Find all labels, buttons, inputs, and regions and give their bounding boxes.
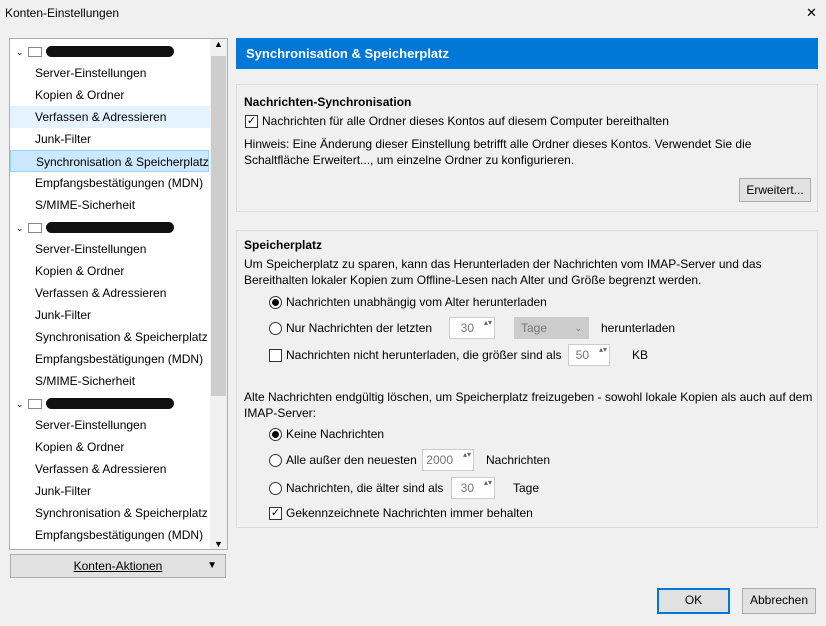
account-row[interactable]: ⌄	[10, 40, 210, 62]
tree-item[interactable]: Server-Einstellungen	[10, 238, 210, 260]
delete-desc: Alte Nachrichten endgültig löschen, um S…	[244, 390, 813, 420]
account-tree[interactable]: ▲ ▼ ⌄ Server-Einstellungen Kopien & Ordner V…	[9, 38, 228, 550]
tree-item[interactable]: Verfassen & Adressieren	[10, 282, 210, 304]
size-spinner[interactable]: 50	[568, 344, 610, 366]
size-limit-checkbox[interactable]: Nachrichten nicht herunterladen, die grö…	[269, 348, 562, 363]
keep-newest-suffix: Nachrichten	[486, 453, 551, 467]
sync-hint: Hinweis: Eine Änderung dieser Einstellun…	[244, 137, 752, 167]
chevron-down-icon: ▼	[207, 560, 217, 571]
chevron-down-icon: ⌄	[574, 323, 582, 333]
recent-days-spinner[interactable]: 30	[449, 317, 495, 339]
checkbox-checked-icon: ✓	[245, 115, 258, 129]
redacted-account-name	[45, 398, 174, 410]
checkbox-label: Gekennzeichnete Nachrichten immer behalt…	[286, 506, 533, 520]
radio-label: Keine Nachrichten	[286, 427, 385, 441]
sync-title: Nachrichten-Synchronisation	[244, 95, 412, 109]
storage-title: Speicherplatz	[244, 238, 323, 252]
radio-keep-newest[interactable]: Alle außer den neuesten	[269, 453, 417, 468]
tree-item[interactable]: Kopien & Ordner	[10, 84, 210, 106]
chevron-down-icon: ⌄	[16, 47, 24, 57]
scroll-up-icon[interactable]: ▲	[210, 39, 227, 49]
radio-delete-none[interactable]: Keine Nachrichten	[269, 427, 385, 442]
storage-group: Speicherplatz Um Speicherplatz zu sparen…	[236, 230, 818, 528]
tree-item[interactable]: Empfangsbestätigungen (MDN)	[10, 172, 210, 194]
radio-download-recent[interactable]: Nur Nachrichten der letzten	[269, 321, 433, 336]
tree-item[interactable]: Empfangsbestätigungen (MDN)	[10, 348, 210, 370]
account-actions-label: Konten-Aktionen	[73, 559, 163, 573]
tree-item[interactable]: Synchronisation & Speicherplatz	[10, 502, 210, 524]
tree-item[interactable]: S/MIME-Sicherheit	[10, 370, 210, 392]
page-title: Synchronisation & Speicherplatz	[236, 38, 818, 69]
sync-group: Nachrichten-Synchronisation ✓ Nachrichten…	[236, 84, 818, 212]
recent-unit-select[interactable]: Tage ⌄	[514, 317, 589, 339]
close-button[interactable]: ✕	[806, 5, 817, 21]
tree-item[interactable]: Kopien & Ordner	[10, 436, 210, 458]
tree-item[interactable]: Verfassen & Adressieren	[10, 106, 210, 128]
radio-download-all[interactable]: Nachrichten unabhängig vom Alter herunte…	[269, 295, 547, 310]
storage-desc: Um Speicherplatz zu sparen, kann das Her…	[244, 257, 762, 287]
mail-icon	[27, 398, 42, 409]
download-suffix: herunterladen	[601, 321, 676, 335]
size-unit: KB	[632, 348, 649, 362]
tree-item[interactable]: Junk-Filter	[10, 128, 210, 150]
redacted-account-name	[45, 46, 174, 58]
ok-button[interactable]: OK	[657, 588, 730, 614]
tree-item[interactable]: Server-Einstellungen	[10, 414, 210, 436]
tree-item[interactable]: Synchronisation & Speicherplatz	[10, 150, 209, 172]
radio-label: Alle außer den neuesten	[286, 453, 417, 467]
mail-icon	[27, 46, 42, 57]
tree-item[interactable]: S/MIME-Sicherheit	[10, 194, 210, 216]
account-actions-button[interactable]: Konten-Aktionen ▼	[10, 554, 226, 578]
keep-newest-spinner[interactable]: 2000	[422, 449, 474, 471]
tree-item[interactable]: Empfangsbestätigungen (MDN)	[10, 524, 210, 546]
account-row[interactable]: ⌄	[10, 216, 210, 238]
chevron-down-icon: ⌄	[16, 223, 24, 233]
sync-checkbox-label: Nachrichten für alle Ordner dieses Konto…	[262, 114, 669, 128]
older-than-spinner[interactable]: 30	[451, 477, 495, 499]
redacted-account-name	[45, 222, 174, 234]
older-than-suffix: Tage	[513, 481, 540, 495]
chevron-down-icon: ⌄	[16, 399, 24, 409]
tree-item[interactable]: Verfassen & Adressieren	[10, 458, 210, 480]
radio-older-than[interactable]: Nachrichten, die älter sind als	[269, 481, 444, 496]
tree-item[interactable]: Junk-Filter	[10, 304, 210, 326]
cancel-button[interactable]: Abbrechen	[742, 588, 816, 614]
tree-item[interactable]: Junk-Filter	[10, 480, 210, 502]
scrollbar-thumb[interactable]	[211, 56, 226, 396]
mail-icon	[27, 222, 42, 233]
radio-label: Nachrichten, die älter sind als	[286, 481, 444, 495]
account-row[interactable]: ⌄	[10, 392, 210, 414]
tree-scrollbar[interactable]: ▲ ▼	[210, 39, 227, 549]
radio-label: Nachrichten unabhängig vom Alter herunte…	[286, 295, 547, 309]
tree-item[interactable]: Server-Einstellungen	[10, 62, 210, 84]
tree-item[interactable]: Synchronisation & Speicherplatz	[10, 326, 210, 348]
sync-checkbox[interactable]: ✓ Nachrichten für alle Ordner dieses Kont…	[245, 114, 669, 129]
window-title: Konten-Einstellungen	[5, 6, 120, 20]
checkbox-label: Nachrichten nicht herunterladen, die grö…	[286, 348, 562, 362]
select-value: Tage	[521, 321, 548, 335]
radio-label: Nur Nachrichten der letzten	[286, 321, 433, 335]
scroll-down-icon[interactable]: ▼	[210, 539, 227, 549]
keep-flagged-checkbox[interactable]: ✓ Gekennzeichnete Nachrichten immer behal…	[269, 506, 533, 521]
advanced-button[interactable]: Erweitert...	[739, 178, 811, 202]
tree-item[interactable]: Kopien & Ordner	[10, 260, 210, 282]
